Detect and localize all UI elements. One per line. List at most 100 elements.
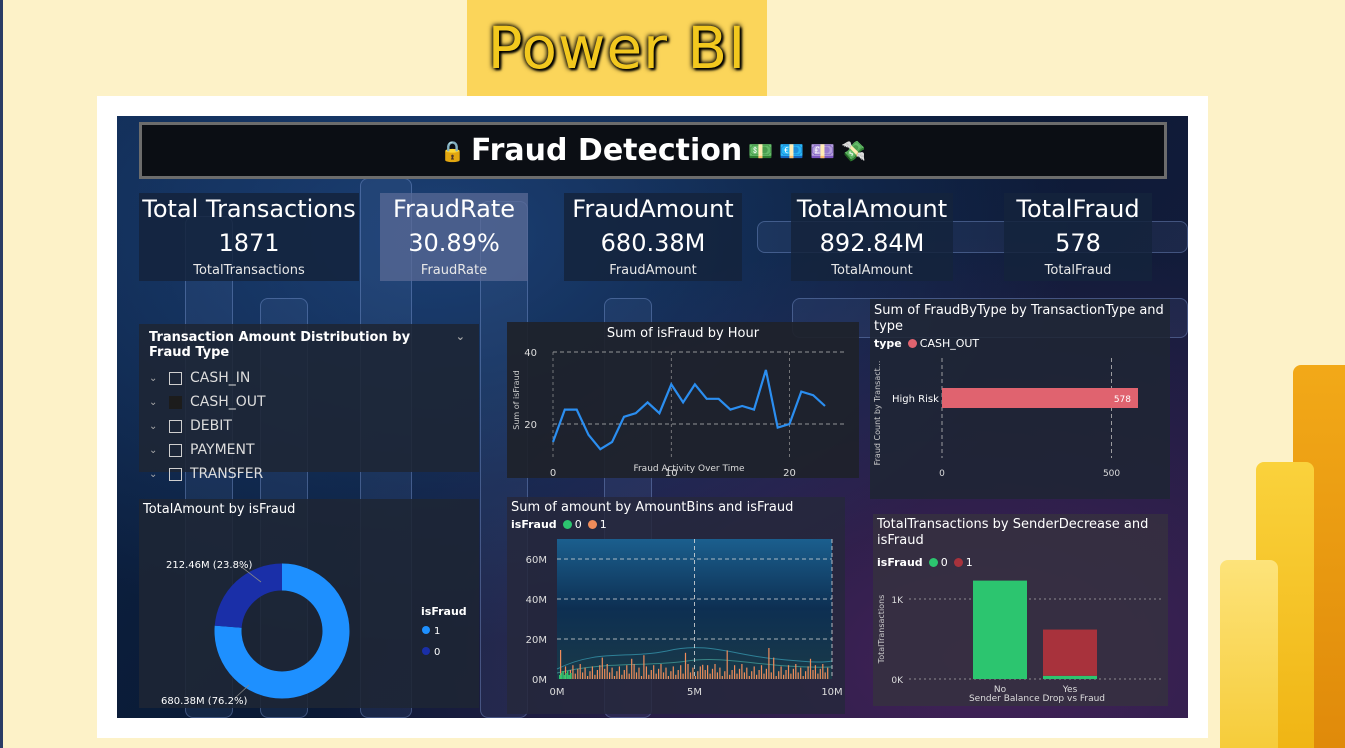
- slicer-item-cash-in[interactable]: ⌄ CASH_IN: [139, 366, 479, 390]
- y-tick-label: 0M: [532, 675, 547, 686]
- kpi-sublabel: TotalTransactions: [193, 263, 305, 278]
- amount-bar-fraud: [748, 676, 750, 679]
- chevron-down-icon[interactable]: ⌄: [456, 330, 465, 360]
- amount-bar-fraud: [827, 667, 829, 679]
- amount-bar-fraud: [697, 671, 699, 679]
- amount-bar-fraud: [579, 664, 581, 679]
- kpi-value: 578: [1055, 229, 1101, 257]
- legend-dot: [562, 520, 572, 529]
- chevron-down-icon[interactable]: ⌄: [149, 421, 169, 432]
- amount-bar-fraud: [643, 655, 645, 679]
- amount-bar-legit: [567, 671, 569, 679]
- amount-bar-fraud: [753, 666, 755, 679]
- amount-bar-fraud: [660, 664, 662, 679]
- donut-chart: 212.46M (23.8%) 680.38M (76.2%) isFraud …: [161, 560, 467, 707]
- kpi-card-total-amount[interactable]: TotalAmount 892.84M TotalAmount: [791, 193, 953, 281]
- legend-title: isFraud: [877, 556, 923, 569]
- kpi-card-total-transactions[interactable]: Total Transactions 1871 TotalTransaction…: [139, 193, 359, 281]
- amount-bar-fraud: [807, 666, 809, 679]
- fraud-by-type-panel[interactable]: Sum of FraudByType by TransactionType an…: [870, 299, 1170, 499]
- slicer-header: Transaction Amount Distribution by Fraud…: [139, 324, 479, 366]
- slicer-item-cash-out[interactable]: ⌄ CASH_OUT: [139, 390, 479, 414]
- checkbox[interactable]: [169, 419, 182, 433]
- legend-dot: [422, 626, 430, 634]
- amount-bar-fraud: [596, 670, 598, 679]
- y-tick-label: 20M: [526, 635, 547, 646]
- kpi-card-fraud-rate[interactable]: FraudRate 30.89% FraudRate: [380, 193, 528, 281]
- euro-icon: 💶: [779, 138, 805, 163]
- amount-bar-fraud: [751, 671, 753, 679]
- checkbox[interactable]: [169, 443, 182, 457]
- amount-bar-fraud: [778, 671, 780, 679]
- fraud-type-slicer: Transaction Amount Distribution by Fraud…: [139, 324, 479, 482]
- legend-title: isFraud: [511, 518, 557, 531]
- chevron-down-icon[interactable]: ⌄: [149, 445, 169, 456]
- kpi-card-total-fraud[interactable]: TotalFraud 578 TotalFraud: [1004, 193, 1152, 281]
- x-tick-label: Yes: [1062, 685, 1078, 695]
- bar-high-risk: [942, 388, 1138, 408]
- chevron-down-icon[interactable]: ⌄: [149, 397, 169, 408]
- series-line-isfraud: [551, 369, 826, 451]
- legend-item[interactable]: 1: [587, 518, 607, 531]
- amount-bar-fraud: [653, 665, 655, 679]
- amount-bar-fraud: [591, 666, 593, 679]
- x-tick-label: No: [994, 685, 1007, 695]
- slicer-item-payment[interactable]: ⌄ PAYMENT: [139, 438, 479, 462]
- amount-bins-chart-panel[interactable]: Sum of amount by AmountBins and isFraud …: [507, 497, 845, 714]
- amount-bar-fraud: [577, 668, 579, 679]
- legend-label: CASH_OUT: [919, 337, 980, 350]
- amount-bar-fraud: [792, 668, 794, 679]
- legend-dot: [907, 339, 917, 348]
- amount-bar-fraud: [714, 664, 716, 679]
- amount-bar-fraud: [795, 664, 797, 679]
- amount-bar-fraud: [621, 674, 623, 679]
- chevron-down-icon[interactable]: ⌄: [149, 469, 169, 480]
- checkbox-checked[interactable]: [169, 395, 182, 409]
- legend-item[interactable]: 1: [953, 556, 973, 569]
- legend-item[interactable]: CASH_OUT: [907, 337, 980, 350]
- amount-bar-fraud: [773, 657, 775, 679]
- amount-bar-fraud: [645, 666, 647, 679]
- hbar-chart: Fraud Count by Transact... 0 500 High Risk…: [873, 358, 1138, 479]
- amount-bar-fraud: [734, 665, 736, 679]
- slicer-item-transfer[interactable]: ⌄ TRANSFER: [139, 462, 479, 486]
- checkbox[interactable]: [169, 371, 182, 385]
- x-tick-label: 500: [1103, 469, 1120, 479]
- kpi-label: FraudAmount: [572, 195, 734, 223]
- amount-bar-fraud: [604, 668, 606, 679]
- chevron-down-icon[interactable]: ⌄: [149, 373, 169, 384]
- sender-decrease-chart-panel[interactable]: TotalTransactions by SenderDecrease and …: [873, 514, 1168, 706]
- y-tick-label: 40: [524, 348, 537, 359]
- amount-bar-fraud: [783, 674, 785, 679]
- amount-bar-legit: [560, 673, 562, 679]
- chart-title: TotalTransactions by SenderDecrease and …: [877, 517, 1149, 548]
- x-tick-label: 10M: [821, 687, 842, 698]
- checkbox[interactable]: [169, 467, 182, 481]
- donut-chart-panel[interactable]: TotalAmount by isFraud 212.46M (23.8%) 6…: [139, 499, 479, 708]
- amount-bar-fraud: [667, 676, 669, 679]
- amount-bar-fraud: [662, 672, 665, 679]
- legend-item[interactable]: 0: [562, 518, 582, 531]
- slicer-item-label: TRANSFER: [190, 466, 264, 482]
- amount-bar-fraud: [770, 672, 772, 679]
- x-tick-label: 0: [939, 469, 945, 479]
- amount-bar-fraud: [704, 670, 706, 679]
- amount-bar-fraud: [721, 676, 723, 679]
- kpi-card-fraud-amount[interactable]: FraudAmount 680.38M FraudAmount: [564, 193, 742, 281]
- slicer-item-debit[interactable]: ⌄ DEBIT: [139, 414, 479, 438]
- x-axis-label: Fraud Activity Over Time: [633, 464, 745, 474]
- power-bi-logo-banner: Power BI: [467, 0, 767, 96]
- y-tick-label: 20: [524, 420, 537, 431]
- amount-bar-fraud: [741, 664, 743, 679]
- slicer-item-label: DEBIT: [190, 418, 232, 434]
- amount-bar-legit: [565, 673, 567, 679]
- amount-bar-legit: [563, 675, 566, 679]
- amount-bar-fraud: [572, 665, 574, 679]
- kpi-value: 1871: [218, 229, 280, 257]
- line-chart-panel[interactable]: Sum of isFraud by Hour Sum of isFraud Fr…: [507, 322, 859, 479]
- amount-bar-fraud: [626, 665, 628, 679]
- kpi-label: TotalFraud: [1016, 195, 1140, 223]
- amount-bar-fraud: [582, 672, 584, 679]
- legend-label: 0: [574, 518, 582, 531]
- legend-item[interactable]: 0: [928, 556, 948, 569]
